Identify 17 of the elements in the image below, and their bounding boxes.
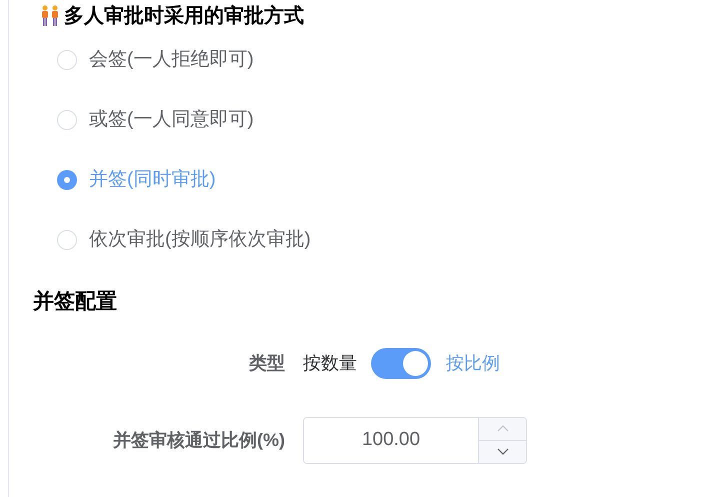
radio-icon [57,110,77,130]
radio-option[interactable]: 或签(一人同意即可) [57,109,706,131]
radio-icon [57,170,77,190]
chevron-up-icon [496,425,508,432]
type-label: 类型 [248,352,285,375]
config-heading: 并签配置 [32,288,118,315]
radio-icon [57,50,77,70]
ratio-label: 并签审核通过比例(%) [112,428,285,452]
section-title: 多人审批时采用的审批方式 [64,4,304,29]
toggle-switch[interactable] [371,348,431,379]
radio-icon [57,230,77,250]
number-input[interactable]: 100.00 [303,416,527,464]
switch-off-label[interactable]: 按数量 [303,350,357,377]
radio-option[interactable]: 依次审批(按顺序依次审批) [57,229,706,251]
chevron-down-icon [496,448,508,455]
radio-option[interactable]: 会签(一人拒绝即可) [57,49,706,71]
people-icon [40,5,60,27]
